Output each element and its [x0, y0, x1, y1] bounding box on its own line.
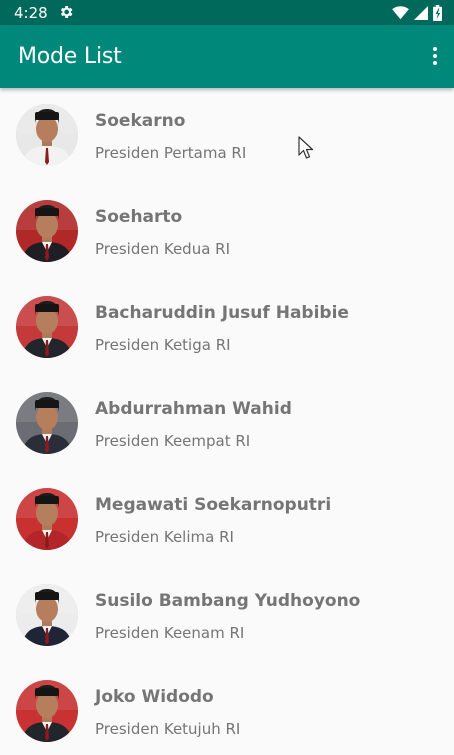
list-item[interactable]: Susilo Bambang Yudhoyono Presiden Keenam …	[0, 568, 454, 664]
list-item[interactable]: Abdurrahman Wahid Presiden Keempat RI	[0, 376, 454, 472]
list-item[interactable]: Bacharuddin Jusuf Habibie Presiden Ketiga…	[0, 280, 454, 376]
page-title: Mode List	[18, 44, 122, 69]
president-name: Soekarno	[95, 111, 186, 131]
status-indicators	[392, 4, 442, 21]
president-name: Soeharto	[95, 207, 183, 227]
president-title: Presiden Keenam RI	[95, 624, 245, 642]
list-item[interactable]: Soekarno Presiden Pertama RI	[0, 88, 454, 184]
status-time: 4:28	[14, 4, 48, 22]
president-name: Joko Widodo	[95, 687, 214, 707]
president-title: Presiden Kedua RI	[95, 240, 231, 258]
president-title: Presiden Keempat RI	[95, 432, 251, 450]
president-title: Presiden Kelima RI	[95, 528, 234, 546]
mouse-cursor-icon	[298, 136, 314, 159]
avatar	[16, 392, 78, 454]
status-bar: 4:28	[0, 0, 454, 25]
avatar	[16, 200, 78, 262]
more-vert-icon	[433, 47, 437, 51]
president-name: Susilo Bambang Yudhoyono	[95, 591, 361, 611]
wifi-icon	[392, 5, 409, 19]
list-item[interactable]: Megawati Soekarnoputri Presiden Kelima RI	[0, 472, 454, 568]
president-title: Presiden Ketiga RI	[95, 336, 231, 354]
avatar	[16, 488, 78, 550]
list-item[interactable]: Soeharto Presiden Kedua RI	[0, 184, 454, 280]
avatar	[16, 584, 78, 646]
president-list[interactable]: Soekarno Presiden Pertama RI Soeharto Presi…	[0, 88, 454, 755]
cellular-signal-icon	[414, 5, 428, 20]
president-name: Abdurrahman Wahid	[95, 399, 292, 419]
list-item[interactable]: Joko Widodo Presiden Ketujuh RI	[0, 664, 454, 755]
more-options-button[interactable]	[428, 41, 442, 71]
president-name: Bacharuddin Jusuf Habibie	[95, 303, 349, 323]
president-title: Presiden Ketujuh RI	[95, 720, 241, 738]
avatar	[16, 680, 78, 742]
avatar	[16, 296, 78, 358]
battery-icon	[433, 4, 442, 21]
settings-gear-icon	[60, 6, 73, 18]
app-bar: Mode List	[0, 25, 454, 88]
president-name: Megawati Soekarnoputri	[95, 495, 332, 515]
president-title: Presiden Pertama RI	[95, 144, 247, 162]
avatar	[16, 104, 78, 166]
